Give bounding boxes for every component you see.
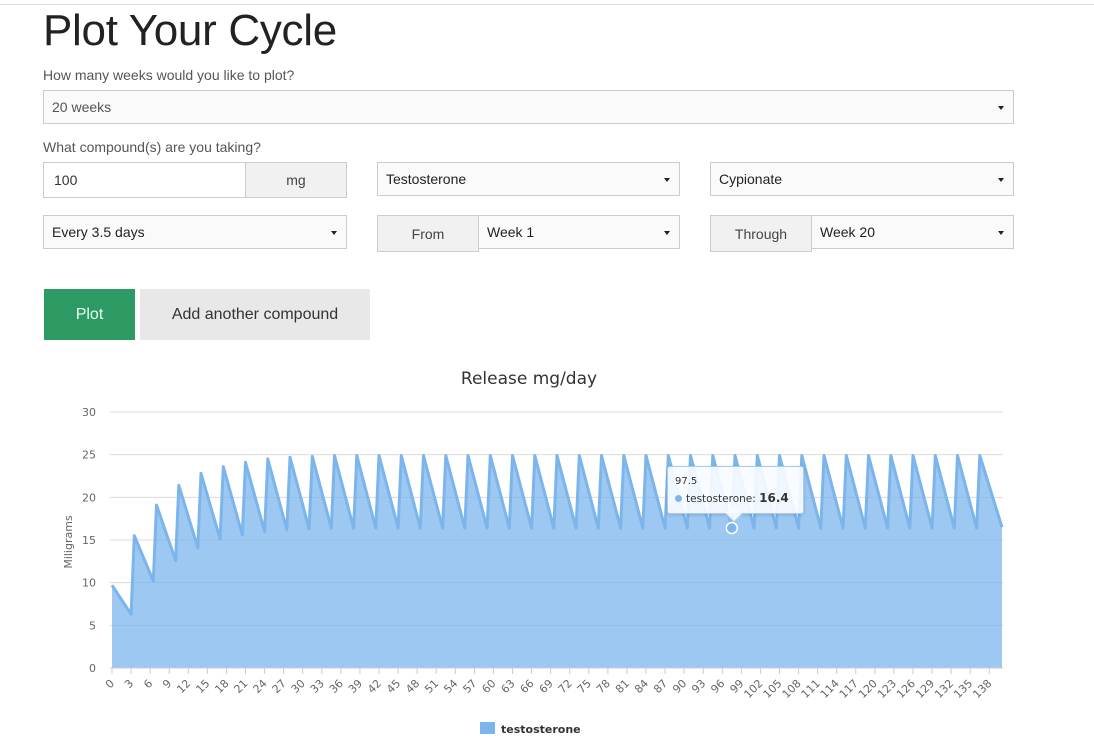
x-tick-label: 108 xyxy=(780,677,804,701)
x-tick-label: 111 xyxy=(799,677,823,701)
legend-label: testosterone xyxy=(501,723,581,736)
release-chart: Release mg/day 051015202530 Miligrams 03… xyxy=(62,369,1004,736)
x-tick-label: 66 xyxy=(518,677,537,696)
y-tick-label: 25 xyxy=(82,449,96,462)
chevron-down-icon xyxy=(664,178,670,182)
ester-select[interactable]: Cypionate xyxy=(710,162,1014,196)
y-tick-label: 10 xyxy=(82,577,96,590)
compound-select-value: Testosterone xyxy=(386,171,467,187)
frequency-select-value: Every 3.5 days xyxy=(52,224,145,240)
x-tick-label: 138 xyxy=(970,677,994,701)
tooltip-value: 16.4 xyxy=(759,491,789,505)
x-tick-label: 57 xyxy=(460,677,479,696)
chevron-down-icon xyxy=(998,231,1004,235)
x-tick-label: 27 xyxy=(270,677,289,696)
x-tick-label: 96 xyxy=(708,677,727,696)
x-tick-label: 69 xyxy=(537,677,556,696)
weeks-select[interactable]: 20 weeks xyxy=(43,90,1014,124)
x-tick-label: 135 xyxy=(951,677,975,701)
x-tick-label: 102 xyxy=(742,677,766,701)
y-tick-label: 15 xyxy=(82,534,96,547)
legend[interactable]: testosterone xyxy=(480,722,581,736)
x-tick-label: 0 xyxy=(103,677,117,691)
x-tick-label: 15 xyxy=(193,677,212,696)
through-week-value: Week 20 xyxy=(820,224,875,240)
x-tick-label: 120 xyxy=(856,677,880,701)
tooltip-separator: : xyxy=(752,493,756,505)
x-tick-label: 132 xyxy=(932,677,956,701)
tooltip-row: testosterone: 16.4 xyxy=(675,491,789,505)
x-tick-label: 54 xyxy=(441,677,460,696)
highlighted-point[interactable] xyxy=(725,521,739,535)
y-tick-label: 20 xyxy=(82,491,96,504)
x-tick-label: 48 xyxy=(403,677,422,696)
series-dot-icon xyxy=(675,495,682,502)
from-label: From xyxy=(377,215,479,252)
x-tick-label: 78 xyxy=(594,677,613,696)
x-tick-label: 18 xyxy=(212,677,231,696)
chevron-down-icon xyxy=(998,106,1004,110)
series-testosterone xyxy=(110,454,1004,668)
compound-select[interactable]: Testosterone xyxy=(377,162,680,196)
weeks-select-value: 20 weeks xyxy=(52,99,112,115)
weeks-question-label: How many weeks would you like to plot? xyxy=(43,67,295,83)
dose-input[interactable]: 100 xyxy=(43,162,246,198)
x-tick-label: 63 xyxy=(499,677,518,696)
tooltip-x-value: 97.5 xyxy=(675,476,698,487)
x-tick-label: 6 xyxy=(141,677,155,691)
x-tick-label: 39 xyxy=(346,677,365,696)
top-divider xyxy=(0,4,1094,5)
through-label: Through xyxy=(710,215,812,252)
x-tick-label: 9 xyxy=(160,677,174,691)
x-tick-label: 123 xyxy=(875,677,899,701)
compound-question-label: What compound(s) are you taking? xyxy=(43,139,261,155)
y-axis-label: Miligrams xyxy=(62,515,75,569)
x-tick-label: 30 xyxy=(289,677,308,696)
y-tick-label: 30 xyxy=(82,406,96,419)
x-tick-label: 24 xyxy=(251,677,270,696)
chevron-down-icon xyxy=(998,178,1004,182)
from-week-value: Week 1 xyxy=(487,224,535,240)
chevron-down-icon xyxy=(664,231,670,235)
x-tick-label: 87 xyxy=(651,677,670,696)
x-tick-label: 105 xyxy=(761,677,785,701)
x-tick-label: 21 xyxy=(232,677,251,696)
legend-swatch xyxy=(480,722,495,734)
x-tick-label: 75 xyxy=(575,677,594,696)
add-compound-button[interactable]: Add another compound xyxy=(140,289,370,340)
x-axis: 0 3 6 9 12 15 18 21 24 27 30 33 36 39 42 45 48 51 54 57 60 63… xyxy=(103,667,1003,701)
dose-input-value: 100 xyxy=(54,172,78,188)
chevron-down-icon xyxy=(331,231,337,235)
x-tick-label: 36 xyxy=(327,677,346,696)
x-tick-label: 81 xyxy=(613,677,632,696)
x-tick-label: 114 xyxy=(818,677,842,701)
x-tick-label: 42 xyxy=(365,677,384,696)
x-tick-label: 51 xyxy=(422,677,441,696)
x-tick-label: 72 xyxy=(556,677,575,696)
x-tick-label: 126 xyxy=(894,677,918,701)
plot-button[interactable]: Plot xyxy=(44,289,135,340)
x-tick-label: 129 xyxy=(913,677,937,701)
from-week-select[interactable]: Week 1 xyxy=(478,215,680,249)
x-tick-label: 3 xyxy=(122,677,136,691)
y-tick-label: 5 xyxy=(89,619,96,632)
x-tick-label: 33 xyxy=(308,677,327,696)
x-tick-label: 12 xyxy=(174,677,193,696)
through-week-select[interactable]: Week 20 xyxy=(811,215,1014,249)
dose-unit-addon: mg xyxy=(245,162,347,198)
chart-title: Release mg/day xyxy=(461,369,597,389)
x-tick-label: 84 xyxy=(632,677,651,696)
tooltip-series-name: testosterone xyxy=(686,493,753,505)
x-tick-label: 45 xyxy=(384,677,403,696)
frequency-select[interactable]: Every 3.5 days xyxy=(43,215,347,249)
y-tick-label: 0 xyxy=(89,662,96,675)
x-tick-label: 117 xyxy=(837,677,861,701)
ester-select-value: Cypionate xyxy=(719,171,783,187)
y-axis-ticks: 0 5 10 15 20 25 30 xyxy=(82,406,96,675)
x-tick-label: 93 xyxy=(689,677,708,696)
page-title: Plot Your Cycle xyxy=(43,6,337,55)
chart-tooltip: 97.5 testosterone: 16.4 xyxy=(667,466,804,523)
x-tick-label: 60 xyxy=(479,677,498,696)
x-tick-label: 90 xyxy=(670,677,689,696)
